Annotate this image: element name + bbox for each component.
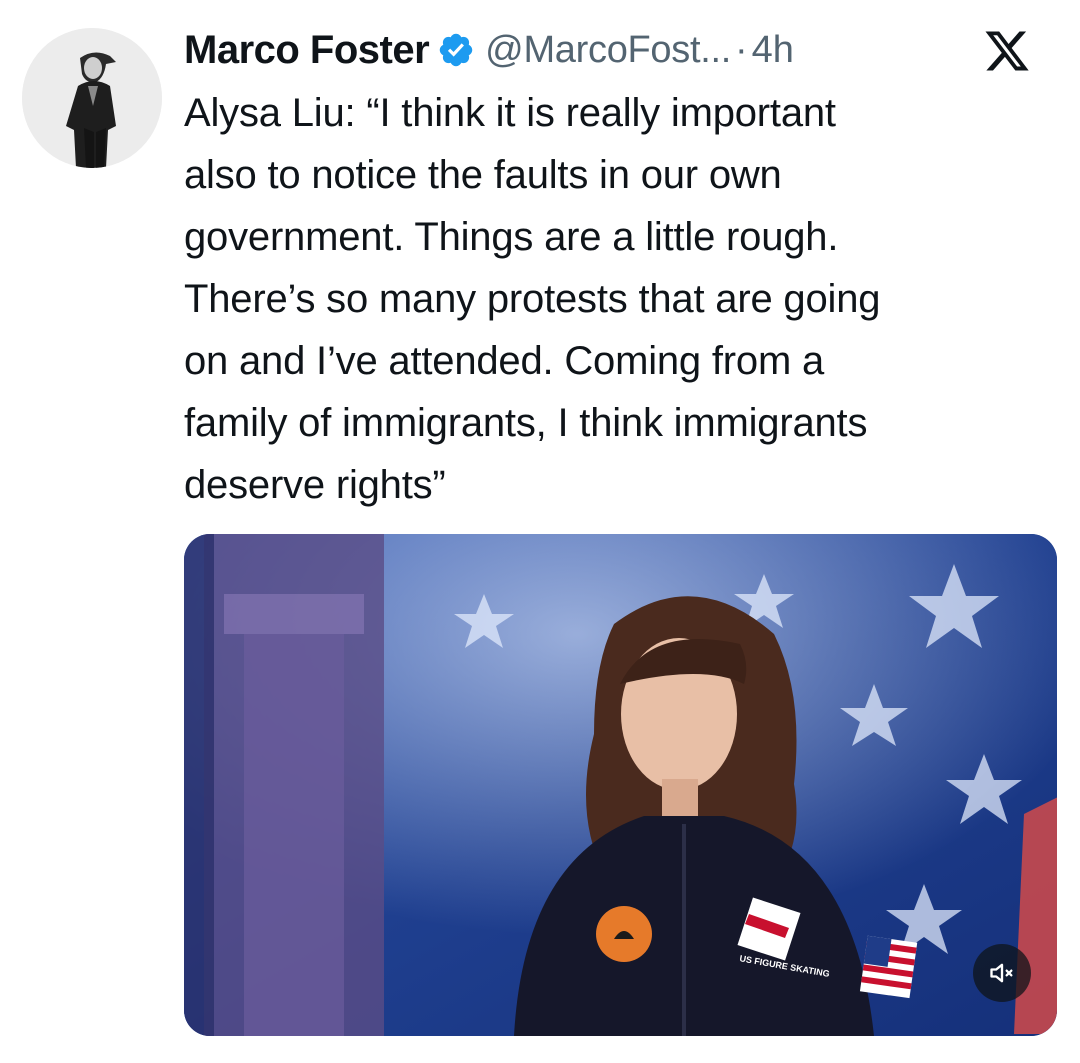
mute-button[interactable]	[973, 944, 1031, 1002]
author-handle[interactable]: @MarcoFost...	[485, 29, 731, 72]
video-frame-image: US FIGURE SKATING	[184, 534, 1057, 1036]
author-avatar[interactable]	[22, 28, 162, 168]
tweet-header: Marco Foster @MarcoFost... · 4h	[184, 22, 794, 78]
header-separator: ·	[735, 28, 748, 71]
verified-badge-icon	[437, 31, 475, 69]
tweet-text: Alysa Liu: “I think it is really importa…	[184, 91, 881, 507]
x-logo-icon[interactable]	[983, 27, 1031, 75]
speaker-muted-icon	[990, 963, 1013, 983]
tweet-video[interactable]: US FIGURE SKATING	[184, 534, 1057, 1036]
avatar-image	[22, 28, 162, 168]
tweet-timestamp[interactable]: 4h	[752, 29, 794, 72]
author-name[interactable]: Marco Foster	[184, 28, 430, 73]
